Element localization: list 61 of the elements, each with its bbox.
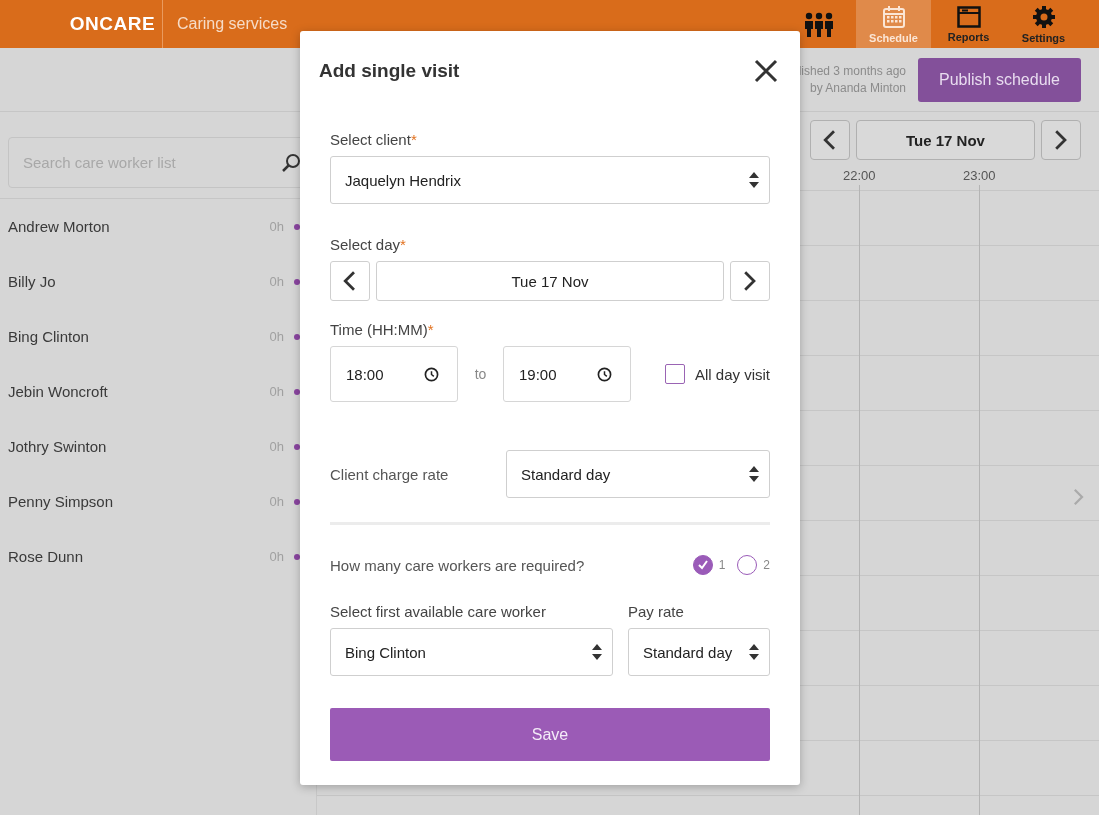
time-label: 22:00 [843,167,877,183]
next-day-button[interactable] [730,261,770,301]
save-button[interactable]: Save [330,708,770,761]
chevron-left-icon [343,270,357,292]
care-worker-name: Jebin Woncroft [8,383,109,400]
care-worker-name: Bing Clinton [8,328,90,345]
search-icon [281,152,301,173]
window-icon [956,5,981,28]
radio-button[interactable] [692,555,713,575]
care-worker-name: Rose Dunn [8,548,85,565]
day-button[interactable]: Tue 17 Nov [376,261,724,301]
field-label: Select client* [330,131,418,148]
sort-arrows-icon [749,466,759,482]
care-worker-name: Billy Jo [8,273,57,290]
chevron-right-icon [743,270,757,292]
organisation-name: Caring services [176,15,289,33]
radio-button[interactable] [737,555,758,575]
to-text: to [473,366,488,382]
radio-label: 1 [718,558,726,572]
calendar-icon [881,4,906,29]
field-label: Select first available care worker [330,603,547,620]
date-button[interactable]: Tue 17 Nov [856,120,1035,160]
care-worker-select[interactable]: Bing Clinton [330,628,613,676]
charge-rate-select[interactable]: Standard day [506,450,770,498]
start-time-field[interactable]: 18:00 [330,346,458,402]
end-time-field[interactable]: 19:00 [503,346,631,402]
nav-tab[interactable]: Settings [1006,0,1081,48]
close-button[interactable] [754,59,778,83]
field-label: Pay rate [628,603,685,620]
previous-day-button[interactable] [810,120,850,160]
clock-icon [424,366,439,382]
care-worker-name: Jothry Swinton [8,438,108,455]
settings-icon [1031,4,1056,29]
sort-arrows-icon [749,644,759,660]
sort-arrows-icon [749,172,759,188]
care-worker-name: Penny Simpson [8,493,115,510]
chevron-right-icon [1054,129,1068,151]
field-label: Time (HH:MM)* [330,321,435,338]
question-text: How many care workers are required? [330,556,586,574]
field-label: Select day* [330,236,407,253]
pay-rate-select[interactable]: Standard day [628,628,770,676]
field-label: Client charge rate [330,465,450,483]
publish-status-text: by Ananda Minton [809,81,907,95]
previous-day-button[interactable] [330,261,370,301]
nav-tab[interactable]: Reports [931,0,1006,48]
care-worker-name: Andrew Morton [8,218,111,235]
check-icon [697,560,708,570]
clock-icon [597,366,612,382]
sort-arrows-icon [592,644,602,660]
publish-schedule-button[interactable]: Publish schedule [918,57,1081,102]
chevron-left-icon [823,129,837,151]
client-select[interactable]: Jaquelyn Hendrix [330,156,770,204]
checkbox-label: All day visit [694,365,770,383]
time-label: 23:00 [963,167,997,183]
publish-status-text: lished 3 months ago [798,64,907,78]
dialog-title: Add single visit [319,60,460,82]
people-icon [803,11,834,37]
all-day-checkbox[interactable] [664,364,685,384]
next-day-button[interactable] [1041,120,1081,160]
chevron-right-icon [1073,488,1084,506]
radio-label: 2 [763,558,770,572]
